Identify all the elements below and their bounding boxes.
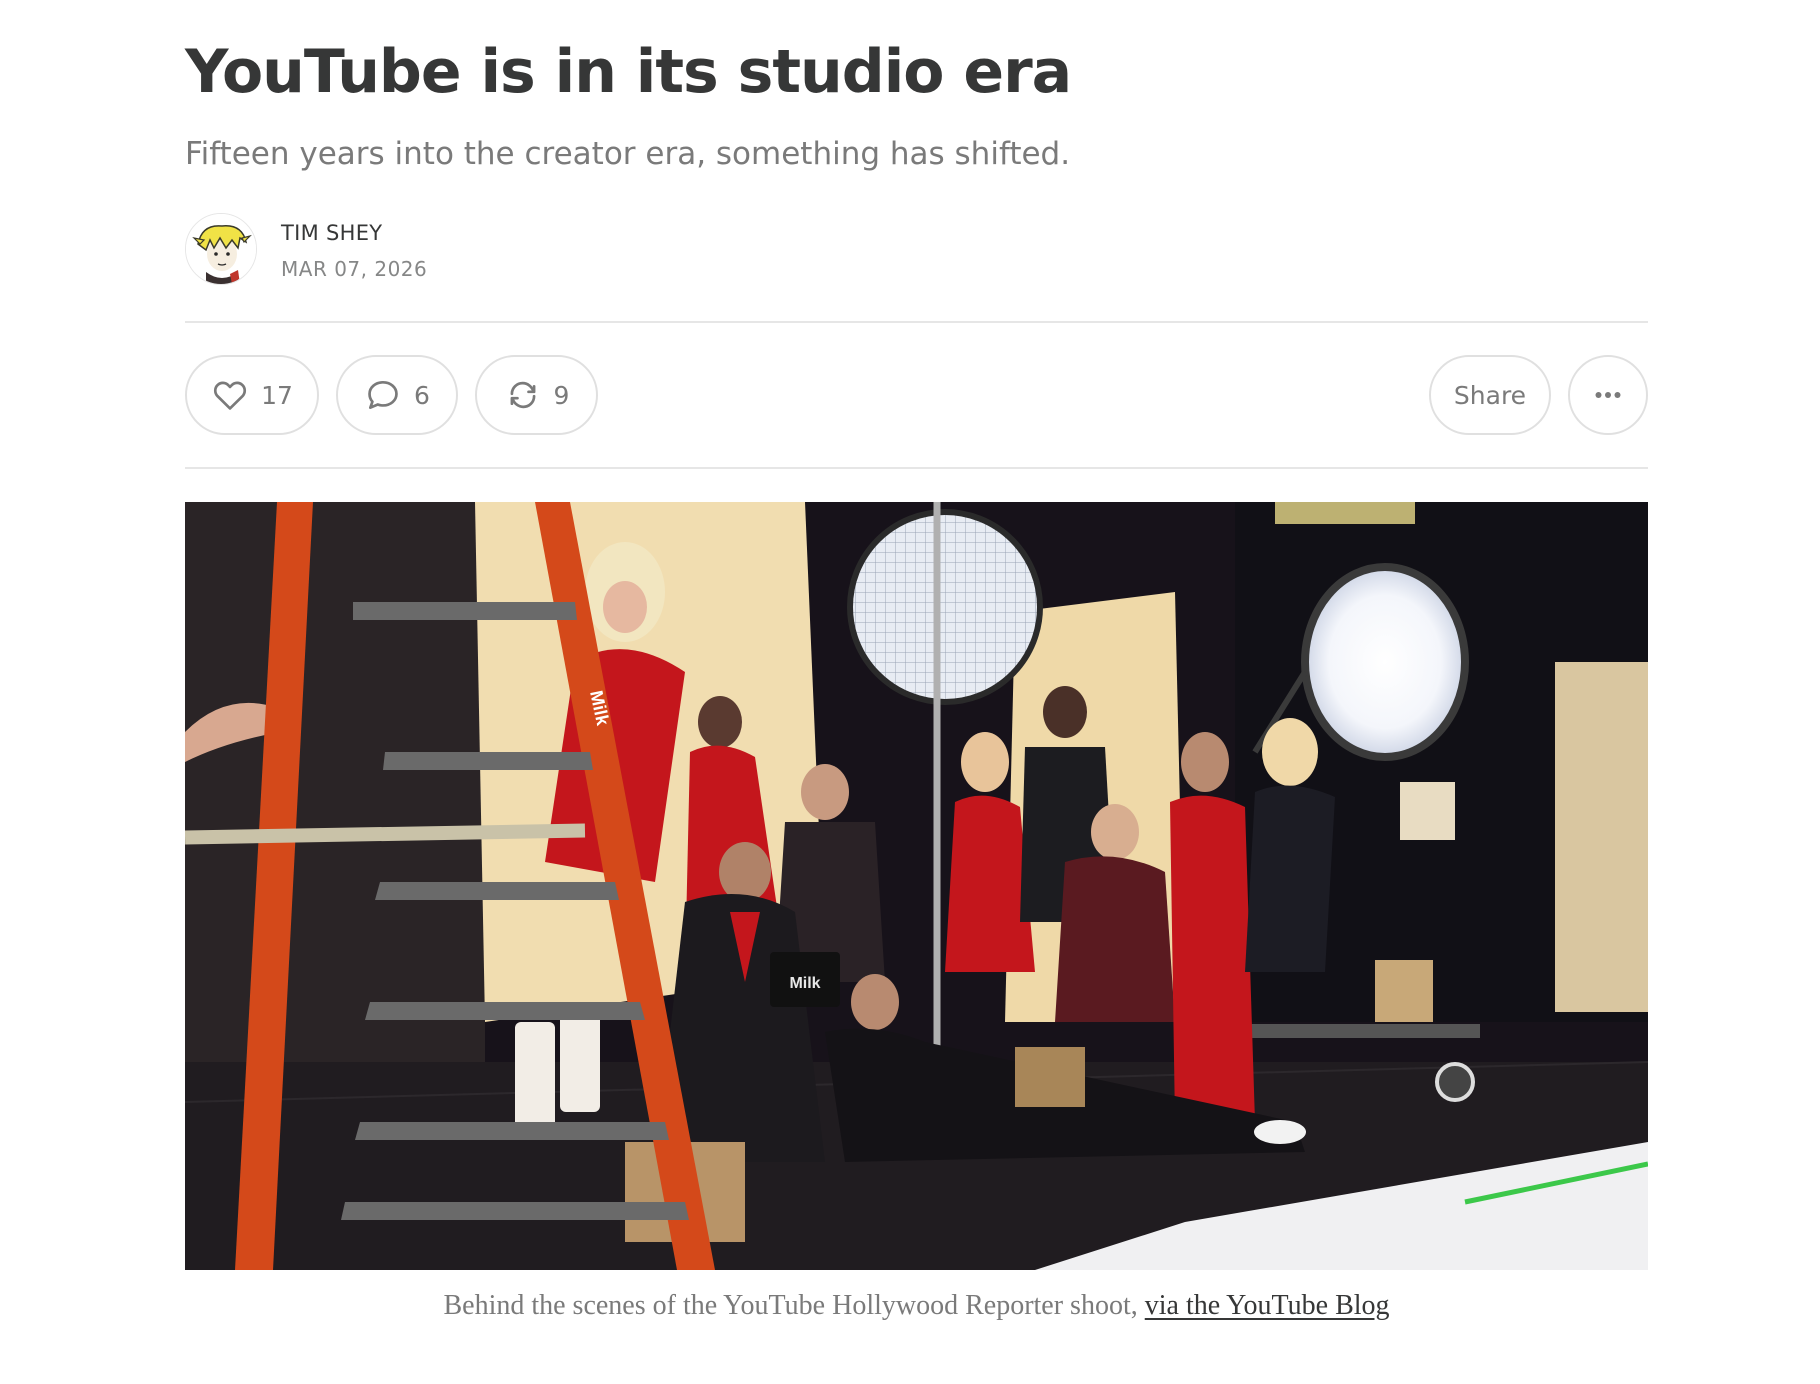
comment-count: 6 xyxy=(414,380,430,410)
page: YouTube is in its studio era Fifteen yea… xyxy=(0,0,1820,1384)
comment-button[interactable]: 6 xyxy=(336,355,458,435)
author-name[interactable]: TIM SHEY xyxy=(281,217,382,249)
post-title: YouTube is in its studio era xyxy=(185,37,1072,107)
box-brand-label: Milk xyxy=(789,975,820,992)
restack-count: 9 xyxy=(553,380,570,410)
image-caption: Behind the scenes of the YouTube Hollywo… xyxy=(185,1286,1648,1326)
ellipsis-icon xyxy=(1595,391,1621,399)
post-date: MAR 07, 2026 xyxy=(281,257,428,281)
speech-bubble-icon xyxy=(368,380,398,410)
more-options-button[interactable] xyxy=(1568,355,1648,435)
photo-shoot-illustration: Milk Milk xyxy=(185,502,1648,1270)
heart-icon xyxy=(214,381,247,410)
like-button[interactable]: 17 xyxy=(185,355,319,435)
divider-top xyxy=(185,321,1648,323)
article-image[interactable]: Milk Milk xyxy=(185,502,1648,1270)
share-button[interactable]: Share xyxy=(1429,355,1551,435)
like-count: 17 xyxy=(261,380,293,410)
post-actions-bar: 17 6 9 Share xyxy=(185,355,1648,435)
post-subtitle: Fifteen years into the creator era, some… xyxy=(185,136,1071,172)
restack-arrows-icon xyxy=(510,381,535,409)
restack-button[interactable]: 9 xyxy=(475,355,598,435)
author-avatar[interactable] xyxy=(185,213,257,285)
caption-source-link[interactable]: via the YouTube Blog xyxy=(1145,1290,1390,1321)
byline: TIM SHEY MAR 07, 2026 xyxy=(185,213,785,287)
divider-bottom xyxy=(185,467,1648,469)
caption-text: Behind the scenes of the YouTube Hollywo… xyxy=(443,1290,1145,1321)
avatar-illustration xyxy=(186,214,256,284)
